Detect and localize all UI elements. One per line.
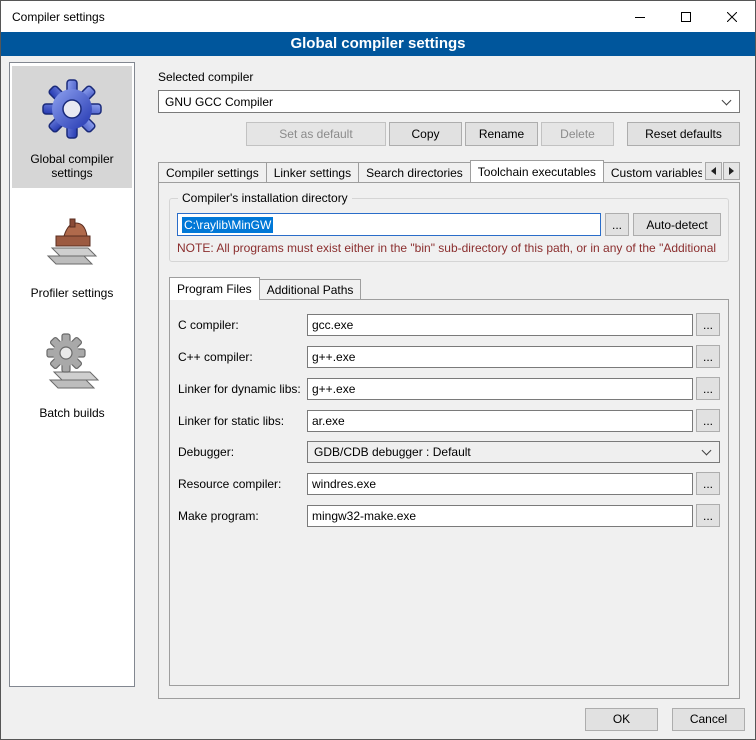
resource-compiler-input[interactable]: windres.exe (307, 473, 693, 495)
left-arrow-icon (711, 167, 716, 175)
window-title: Compiler settings (1, 10, 105, 24)
chevron-down-icon (722, 95, 732, 105)
static-linker-input[interactable]: ar.exe (307, 410, 693, 432)
titlebar: Compiler settings (1, 1, 755, 32)
resource-compiler-row: Resource compiler: windres.exe ... (178, 472, 720, 495)
tab-scroll-left-button[interactable] (705, 162, 722, 180)
make-program-input[interactable]: mingw32-make.exe (307, 505, 693, 527)
dialog-footer: OK Cancel (1, 699, 755, 739)
reset-defaults-button[interactable]: Reset defaults (627, 122, 740, 146)
selected-compiler-dropdown[interactable]: GNU GCC Compiler (158, 90, 740, 113)
c-compiler-row: C compiler: gcc.exe ... (178, 313, 720, 336)
debugger-select[interactable]: GDB/CDB debugger : Default (307, 441, 720, 463)
blue-gear-icon (40, 76, 104, 140)
sidebar-item-profiler-settings[interactable]: Profiler settings (12, 200, 132, 308)
installation-directory-title: Compiler's installation directory (178, 191, 352, 205)
subtab-additional-paths[interactable]: Additional Paths (259, 279, 362, 299)
copy-button[interactable]: Copy (389, 122, 462, 146)
sidebar-item-global-compiler-settings[interactable]: Global compiler settings (12, 66, 132, 188)
sidebar-item-batch-builds[interactable]: Batch builds (12, 320, 132, 428)
tab-search-directories[interactable]: Search directories (358, 162, 471, 182)
static-linker-label: Linker for static libs: (178, 414, 307, 428)
rename-button[interactable]: Rename (465, 122, 538, 146)
settings-tabbar: Compiler settings Linker settings Search… (158, 159, 740, 182)
main-panel: Selected compiler GNU GCC Compiler Set a… (146, 62, 747, 699)
set-as-default-button: Set as default (246, 122, 386, 146)
tabs-strip: Compiler settings Linker settings Search… (158, 160, 702, 182)
profiler-plane-icon (40, 210, 104, 274)
right-arrow-icon (729, 167, 734, 175)
cpp-compiler-input[interactable]: g++.exe (307, 346, 693, 368)
install-dir-input[interactable]: C:\raylib\MinGW (177, 213, 601, 236)
debugger-label: Debugger: (178, 445, 307, 459)
dynamic-linker-value: g++.exe (312, 382, 355, 396)
tab-scroll-buttons (705, 162, 740, 180)
cpp-compiler-row: C++ compiler: g++.exe ... (178, 345, 720, 368)
note-text: NOTE: All programs must exist either in … (177, 241, 721, 255)
c-compiler-value: gcc.exe (312, 318, 353, 332)
subtab-program-files[interactable]: Program Files (169, 277, 260, 300)
maximize-button[interactable] (663, 1, 709, 32)
settings-sidebar: Global compiler settings (9, 62, 135, 687)
tab-linker-settings[interactable]: Linker settings (266, 162, 359, 182)
cpp-compiler-browse-button[interactable]: ... (696, 345, 720, 368)
sidebar-item-label: Batch builds (39, 406, 104, 420)
debugger-value: GDB/CDB debugger : Default (314, 445, 697, 459)
maximize-icon (681, 12, 691, 22)
tab-scroll-right-button[interactable] (723, 162, 740, 180)
cancel-button[interactable]: Cancel (672, 708, 745, 731)
cpp-compiler-value: g++.exe (312, 350, 355, 364)
gray-gear-blocks-icon (40, 330, 104, 394)
c-compiler-input[interactable]: gcc.exe (307, 314, 693, 336)
dialog-body: Global compiler settings (1, 56, 755, 699)
debugger-row: Debugger: GDB/CDB debugger : Default (178, 441, 720, 463)
toolchain-executables-panel: Compiler's installation directory C:\ray… (158, 182, 740, 699)
static-linker-value: ar.exe (312, 414, 345, 428)
static-linker-row: Linker for static libs: ar.exe ... (178, 409, 720, 432)
compiler-buttons-row: Set as default Copy Rename Delete Reset … (158, 122, 740, 146)
minimize-icon (635, 12, 645, 22)
cpp-compiler-label: C++ compiler: (178, 350, 307, 364)
tab-custom-variables[interactable]: Custom variables (603, 162, 702, 182)
compiler-settings-window: Compiler settings Global compiler settin… (0, 0, 756, 740)
install-dir-selected-text: C:\raylib\MinGW (182, 217, 273, 233)
selected-compiler-label: Selected compiler (158, 70, 740, 84)
sidebar-item-label: Global compiler settings (14, 152, 130, 180)
dynamic-linker-label: Linker for dynamic libs: (178, 382, 307, 396)
close-button[interactable] (709, 1, 755, 32)
minimize-button[interactable] (617, 1, 663, 32)
c-compiler-label: C compiler: (178, 318, 307, 332)
make-program-browse-button[interactable]: ... (696, 504, 720, 527)
program-files-panel: C compiler: gcc.exe ... C++ compiler: g+… (169, 299, 729, 686)
resource-compiler-browse-button[interactable]: ... (696, 472, 720, 495)
installation-directory-row: C:\raylib\MinGW ... Auto-detect (177, 213, 721, 236)
window-controls (617, 1, 755, 32)
delete-button: Delete (541, 122, 614, 146)
make-program-label: Make program: (178, 509, 307, 523)
ok-button[interactable]: OK (585, 708, 658, 731)
program-subtabbar: Program Files Additional Paths (169, 277, 729, 299)
installation-directory-group: Compiler's installation directory C:\ray… (169, 198, 729, 262)
resource-compiler-label: Resource compiler: (178, 477, 307, 491)
close-icon (727, 12, 737, 22)
autodetect-button[interactable]: Auto-detect (633, 213, 721, 236)
dynamic-linker-row: Linker for dynamic libs: g++.exe ... (178, 377, 720, 400)
make-program-value: mingw32-make.exe (312, 509, 416, 523)
dialog-header: Global compiler settings (1, 32, 755, 56)
sidebar-item-label: Profiler settings (31, 286, 114, 300)
static-linker-browse-button[interactable]: ... (696, 409, 720, 432)
chevron-down-icon (702, 446, 712, 456)
resource-compiler-value: windres.exe (312, 477, 376, 491)
make-program-row: Make program: mingw32-make.exe ... (178, 504, 720, 527)
tab-compiler-settings[interactable]: Compiler settings (158, 162, 267, 182)
dynamic-linker-input[interactable]: g++.exe (307, 378, 693, 400)
c-compiler-browse-button[interactable]: ... (696, 313, 720, 336)
dynamic-linker-browse-button[interactable]: ... (696, 377, 720, 400)
selected-compiler-value: GNU GCC Compiler (165, 95, 717, 109)
tab-toolchain-executables[interactable]: Toolchain executables (470, 160, 604, 182)
install-dir-browse-button[interactable]: ... (605, 213, 629, 236)
